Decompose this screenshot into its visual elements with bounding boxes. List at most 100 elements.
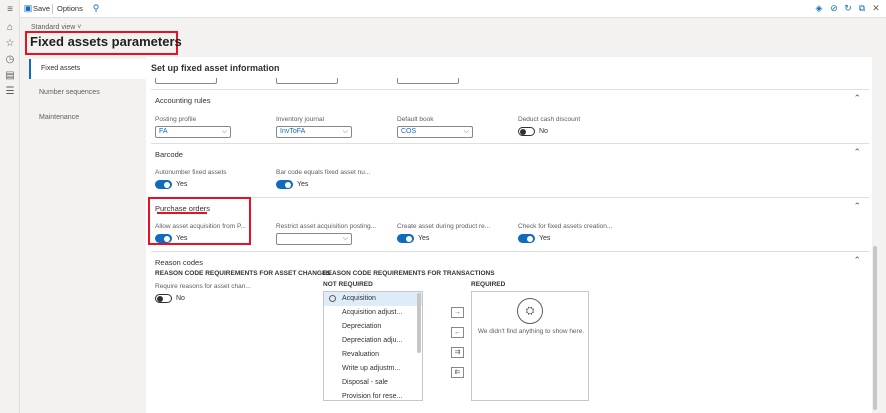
accounting-rules-title[interactable]: Accounting rules bbox=[155, 96, 210, 105]
action-bar: ▣ Save Options ⚲ ◈ ⊘ ↻ ⧉ ✕ bbox=[20, 0, 886, 18]
create-asset-field: Create asset during product re... Yes bbox=[397, 223, 490, 243]
barcode-equals-value: Yes bbox=[297, 181, 309, 188]
posting-profile-value: FA bbox=[159, 128, 168, 135]
check-creation-value: Yes bbox=[539, 235, 551, 242]
purchase-orders-highlight-box bbox=[148, 197, 251, 245]
deduct-cash-field: Deduct cash discount No bbox=[518, 116, 580, 136]
deduct-cash-label: Deduct cash discount bbox=[518, 116, 581, 123]
list-item[interactable]: Write up adjustm... bbox=[324, 362, 422, 376]
require-reasons-toggle[interactable] bbox=[155, 294, 172, 303]
create-asset-value: Yes bbox=[418, 235, 430, 242]
move-all-left-button[interactable]: ⇇ bbox=[451, 367, 464, 378]
posting-profile-label: Posting profile bbox=[155, 116, 197, 123]
chevron-up-icon[interactable]: ⌃ bbox=[853, 201, 861, 212]
chevron-down-icon: ⌵ bbox=[221, 128, 227, 135]
list-item[interactable]: Disposal - sale bbox=[324, 376, 422, 390]
inventory-journal-field: Inventory journal InvToFA ⌵ bbox=[276, 116, 352, 138]
partial-field bbox=[397, 78, 459, 84]
check-creation-label: Check for fixed assets creation... bbox=[518, 223, 613, 230]
partial-field bbox=[155, 78, 217, 84]
list-item[interactable]: Depreciation adju... bbox=[324, 334, 422, 348]
barcode-title[interactable]: Barcode bbox=[155, 150, 183, 159]
restrict-acquisition-select[interactable]: ⌵ bbox=[276, 233, 352, 245]
close-icon[interactable]: ✕ bbox=[870, 2, 882, 14]
workspaces-icon[interactable]: ▤ bbox=[4, 70, 16, 82]
inventory-journal-select[interactable]: InvToFA ⌵ bbox=[276, 126, 352, 138]
chevron-down-icon: ⌵ bbox=[463, 128, 469, 135]
list-item-label: Revaluation bbox=[342, 351, 379, 358]
default-book-select[interactable]: COS ⌵ bbox=[397, 126, 473, 138]
list-item[interactable]: Depreciation bbox=[324, 320, 422, 334]
inventory-journal-label: Inventory journal bbox=[276, 116, 325, 123]
deduct-cash-toggle[interactable] bbox=[518, 127, 535, 136]
list-item[interactable]: Revaluation bbox=[324, 348, 422, 362]
refresh-icon[interactable]: ↻ bbox=[842, 2, 854, 14]
page-title: Fixed assets parameters bbox=[30, 34, 182, 49]
transactions-heading: REASON CODE REQUIREMENTS FOR TRANSACTION… bbox=[323, 270, 495, 277]
options-button[interactable]: Options bbox=[57, 4, 83, 13]
require-reasons-label: Require reasons for asset chan... bbox=[155, 283, 251, 290]
search-icon[interactable]: ⚲ bbox=[90, 2, 102, 14]
posting-profile-select[interactable]: FA ⌵ bbox=[155, 126, 231, 138]
main-heading: Set up fixed asset information bbox=[151, 63, 280, 73]
office-icon[interactable]: ◈ bbox=[813, 2, 825, 14]
list-item-label: Disposal - sale bbox=[342, 379, 388, 386]
accounting-rules-section: Accounting rules ⌃ Posting profile FA ⌵ I… bbox=[151, 89, 869, 141]
radio-icon[interactable] bbox=[329, 295, 336, 302]
page-scrollbar[interactable] bbox=[873, 246, 877, 410]
autonumber-field: Autonumber fixed assets Yes bbox=[155, 169, 227, 189]
action-separator bbox=[52, 4, 53, 14]
list-item-label: Acquisition adjust... bbox=[342, 309, 403, 316]
standard-view-selector[interactable]: Standard view ˅ bbox=[31, 24, 81, 31]
require-reasons-field: Require reasons for asset chan... No bbox=[155, 283, 251, 303]
required-list[interactable]: ⛭ We didn't find anything to show here. bbox=[471, 291, 589, 401]
chevron-down-icon: ⌵ bbox=[342, 128, 348, 135]
list-item-label: Depreciation adju... bbox=[342, 337, 403, 344]
move-right-button[interactable]: → bbox=[451, 307, 464, 318]
chevron-down-icon: ⌵ bbox=[342, 235, 348, 242]
posting-profile-field: Posting profile FA ⌵ bbox=[155, 116, 231, 138]
attach-icon[interactable]: ⊘ bbox=[828, 2, 840, 14]
default-book-label: Default book bbox=[397, 116, 434, 123]
autonumber-label: Autonumber fixed assets bbox=[155, 169, 227, 176]
create-asset-toggle[interactable] bbox=[397, 234, 414, 243]
recent-icon[interactable]: ◷ bbox=[4, 54, 16, 66]
vertical-tabs: Fixed assets Number sequences Maintenanc… bbox=[29, 57, 146, 413]
autonumber-toggle[interactable] bbox=[155, 180, 172, 189]
autonumber-value: Yes bbox=[176, 181, 188, 188]
list-item-label: Acquisition bbox=[342, 295, 376, 302]
menu-icon[interactable]: ≡ bbox=[4, 4, 16, 16]
inventory-journal-value: InvToFA bbox=[280, 128, 306, 135]
restrict-acquisition-field: Restrict asset acquisition posting... ⌵ bbox=[276, 223, 376, 245]
tab-fixed-assets[interactable]: Fixed assets bbox=[29, 59, 146, 79]
save-button[interactable]: Save bbox=[33, 4, 50, 13]
nav-rail: ≡ ⌂ ☆ ◷ ▤ ☰ bbox=[0, 0, 20, 413]
empty-state-icon: ⛭ bbox=[517, 298, 543, 324]
main-panel: Set up fixed asset information Accountin… bbox=[146, 57, 872, 413]
reason-codes-title[interactable]: Reason codes bbox=[155, 258, 203, 267]
list-item[interactable]: Acquisition bbox=[324, 292, 422, 306]
default-book-field: Default book COS ⌵ bbox=[397, 116, 473, 138]
require-reasons-value: No bbox=[176, 295, 185, 302]
list-item-label: Depreciation bbox=[342, 323, 382, 330]
list-item[interactable]: Acquisition adjust... bbox=[324, 306, 422, 320]
barcode-equals-toggle[interactable] bbox=[276, 180, 293, 189]
move-all-right-button[interactable]: ⇉ bbox=[451, 347, 464, 358]
list-item-label: Provision for rese... bbox=[342, 393, 403, 400]
favorites-icon[interactable]: ☆ bbox=[4, 38, 16, 50]
list-item[interactable]: Provision for rese... bbox=[324, 390, 422, 400]
move-left-button[interactable]: ← bbox=[451, 327, 464, 338]
home-icon[interactable]: ⌂ bbox=[4, 22, 16, 34]
popout-icon[interactable]: ⧉ bbox=[856, 2, 868, 14]
tab-number-sequences[interactable]: Number sequences bbox=[29, 83, 146, 103]
required-heading: REQUIRED bbox=[471, 281, 506, 288]
chevron-up-icon[interactable]: ⌃ bbox=[853, 147, 861, 158]
chevron-up-icon[interactable]: ⌃ bbox=[853, 93, 861, 104]
not-required-list[interactable]: Acquisition Acquisition adjust... Deprec… bbox=[323, 291, 423, 401]
tab-maintenance[interactable]: Maintenance bbox=[29, 108, 146, 128]
list-scrollbar[interactable] bbox=[417, 293, 421, 353]
purchase-orders-section: Purchase orders ⌃ Allow asset acquisitio… bbox=[151, 197, 869, 249]
modules-icon[interactable]: ☰ bbox=[4, 86, 16, 98]
chevron-up-icon[interactable]: ⌃ bbox=[853, 255, 861, 266]
check-creation-toggle[interactable] bbox=[518, 234, 535, 243]
